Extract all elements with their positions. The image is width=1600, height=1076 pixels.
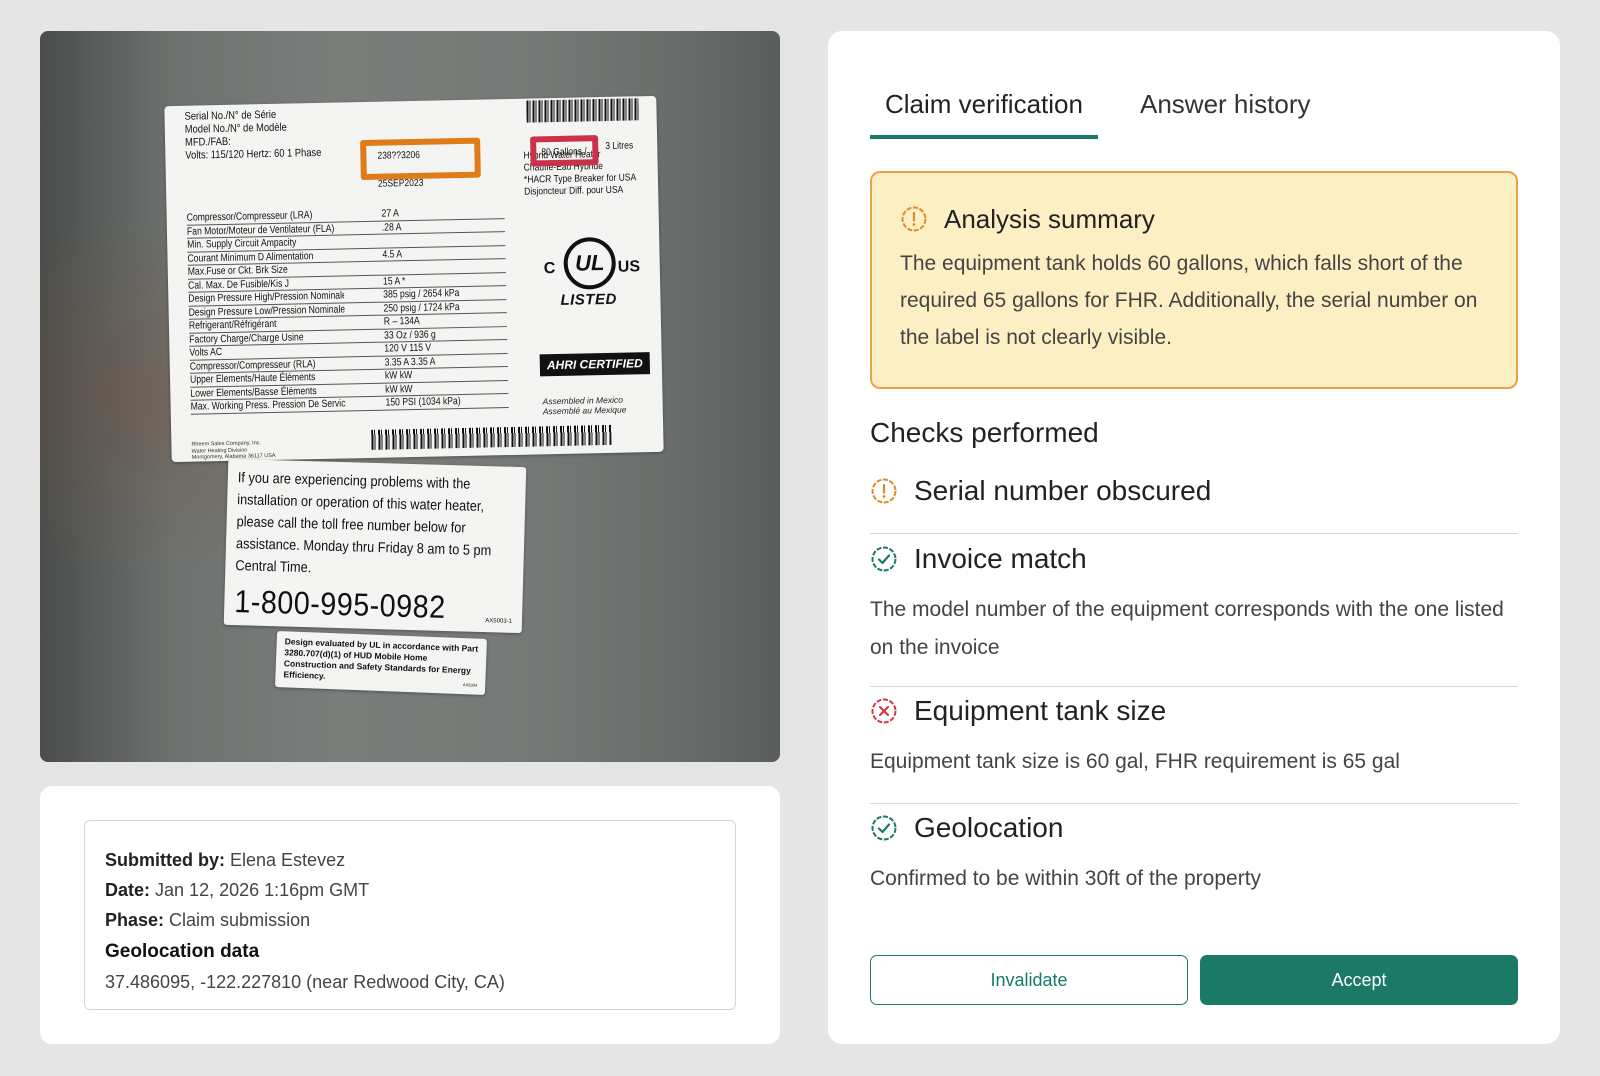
verification-panel: Claim verification Answer history Analys… bbox=[828, 31, 1560, 1044]
tank-size-highlight bbox=[530, 135, 599, 167]
spec-table: Compressor/Compresseur (LRA) 27 A Fan Moto… bbox=[186, 205, 509, 415]
support-info-label: If you are experiencing problems with th… bbox=[223, 458, 527, 634]
spec-key: Max. Working Press. Pression De Servic M… bbox=[190, 397, 347, 413]
spec-value: .28 A bbox=[381, 221, 402, 234]
check-description: Confirmed to be within 30ft of the prope… bbox=[870, 867, 1262, 890]
spec-value: R – 134A bbox=[383, 315, 420, 328]
warning-icon bbox=[871, 478, 897, 504]
spec-value: 27 A bbox=[381, 207, 399, 220]
divider bbox=[870, 686, 1518, 687]
analysis-summary: Analysis summary The equipment tank hold… bbox=[870, 171, 1518, 389]
support-message: If you are experiencing problems with th… bbox=[235, 470, 492, 577]
barcode bbox=[526, 98, 639, 123]
tab-bar: Claim verification Answer history bbox=[870, 83, 1510, 139]
tab-answer-history[interactable]: Answer history bbox=[1125, 83, 1326, 139]
spec-value: 250 psig / 1724 kPa bbox=[383, 300, 460, 315]
support-phone-number: 1-800-995-0982 bbox=[233, 583, 447, 625]
check-title: Serial number obscured bbox=[914, 475, 1212, 506]
label-code: AX5004 bbox=[462, 682, 478, 688]
check-description: Equipment tank size is 60 gal, FHR requi… bbox=[870, 750, 1400, 773]
spec-value: 120 V 115 V bbox=[384, 341, 432, 355]
checks-performed-heading: Checks performed bbox=[870, 417, 1099, 448]
ahri-certified-logo: AHRI CERTIFIED bbox=[539, 352, 651, 377]
date-row: Date: Jan 12, 2026 1:16pm GMT bbox=[105, 880, 370, 900]
spec-value bbox=[378, 266, 483, 268]
check-description: The model number of the equipment corres… bbox=[870, 598, 1504, 659]
accept-button[interactable]: Accept bbox=[1200, 955, 1518, 1005]
phase-row: Phase: Claim submission bbox=[105, 910, 311, 930]
spec-value: 15 A * bbox=[382, 274, 406, 288]
serial-number-highlight bbox=[360, 137, 481, 181]
equipment-photo: Serial No./N° de Série Model No./N° de M… bbox=[40, 31, 780, 762]
check-serial-number: Serial number obscured bbox=[870, 471, 1518, 511]
rating-plate-label: Serial No./N° de Série Model No./N° de M… bbox=[164, 95, 664, 463]
submitted-by-value: Elena Estevez bbox=[230, 850, 346, 870]
hud-compliance-label: Design evaluated by UL in accordance wit… bbox=[275, 630, 487, 696]
spec-value bbox=[377, 239, 482, 241]
geolocation-title: Geolocation data bbox=[105, 941, 260, 962]
spec-value: 33 Oz / 936 g bbox=[383, 328, 436, 342]
spec-value: 4.5 A bbox=[382, 247, 403, 261]
tab-claim-verification[interactable]: Claim verification bbox=[870, 83, 1098, 139]
analysis-summary-title: Analysis summary bbox=[944, 203, 1155, 234]
warning-icon bbox=[901, 206, 927, 232]
check-tank-size: Equipment tank size Equipment tank size … bbox=[870, 691, 1518, 781]
spec-value: 3.35 A 3.35 A bbox=[384, 355, 436, 369]
analysis-summary-text: The equipment tank holds 60 gallons, whi… bbox=[900, 252, 1478, 349]
manufacturer-text: Rheem Sales Company, Inc. Water Heating … bbox=[191, 440, 276, 461]
check-title: Equipment tank size bbox=[914, 695, 1167, 726]
invalidate-button[interactable]: Invalidate bbox=[870, 955, 1188, 1005]
divider bbox=[870, 533, 1518, 534]
assembled-in-text: Assembled in Mexico Assemblé au Mexique bbox=[542, 394, 627, 417]
spec-value: 385 psig / 2654 kPa bbox=[383, 287, 460, 301]
ul-listed-logo: C UL US LISTED bbox=[537, 236, 642, 309]
check-badge-icon bbox=[871, 815, 897, 841]
check-badge-icon bbox=[871, 546, 897, 572]
submission-card: Submitted by: Elena Estevez Date: Jan 12… bbox=[40, 786, 780, 1044]
check-invoice-match: Invoice match The model number of the eq… bbox=[870, 539, 1518, 667]
spec-value: 150 PSI (1034 kPa) bbox=[385, 395, 461, 409]
check-title: Geolocation bbox=[914, 812, 1064, 843]
phase-value: Claim submission bbox=[169, 910, 311, 930]
divider bbox=[870, 803, 1518, 804]
geolocation-value: 37.486095, -122.227810 (near Redwood Cit… bbox=[105, 972, 505, 992]
spec-value: kW kW bbox=[384, 369, 413, 382]
barcode bbox=[371, 424, 612, 450]
label-code: AX5003-1 bbox=[485, 618, 513, 625]
spec-value: kW kW bbox=[385, 382, 413, 396]
check-geolocation: Geolocation Confirmed to be within 30ft … bbox=[870, 808, 1518, 898]
check-title: Invoice match bbox=[914, 543, 1087, 574]
submission-details: Submitted by: Elena Estevez Date: Jan 12… bbox=[84, 820, 736, 1010]
x-badge-icon bbox=[871, 698, 897, 724]
date-value: Jan 12, 2026 1:16pm GMT bbox=[155, 880, 370, 900]
submitted-by-row: Submitted by: Elena Estevez bbox=[105, 850, 346, 870]
